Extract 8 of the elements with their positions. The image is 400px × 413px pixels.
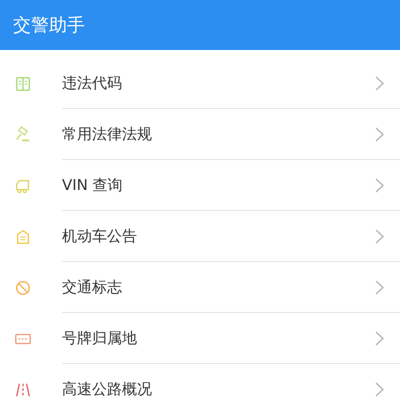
chevron-right-icon (375, 126, 384, 142)
chevron-right-icon (375, 280, 384, 294)
app-title: 交警助手 (13, 14, 85, 38)
chevron-right-icon (375, 76, 384, 90)
chevron-right-icon (375, 228, 384, 244)
chevron-right-icon (375, 330, 384, 346)
chevron-right-icon (375, 382, 384, 396)
chevron-right-icon (375, 178, 384, 192)
